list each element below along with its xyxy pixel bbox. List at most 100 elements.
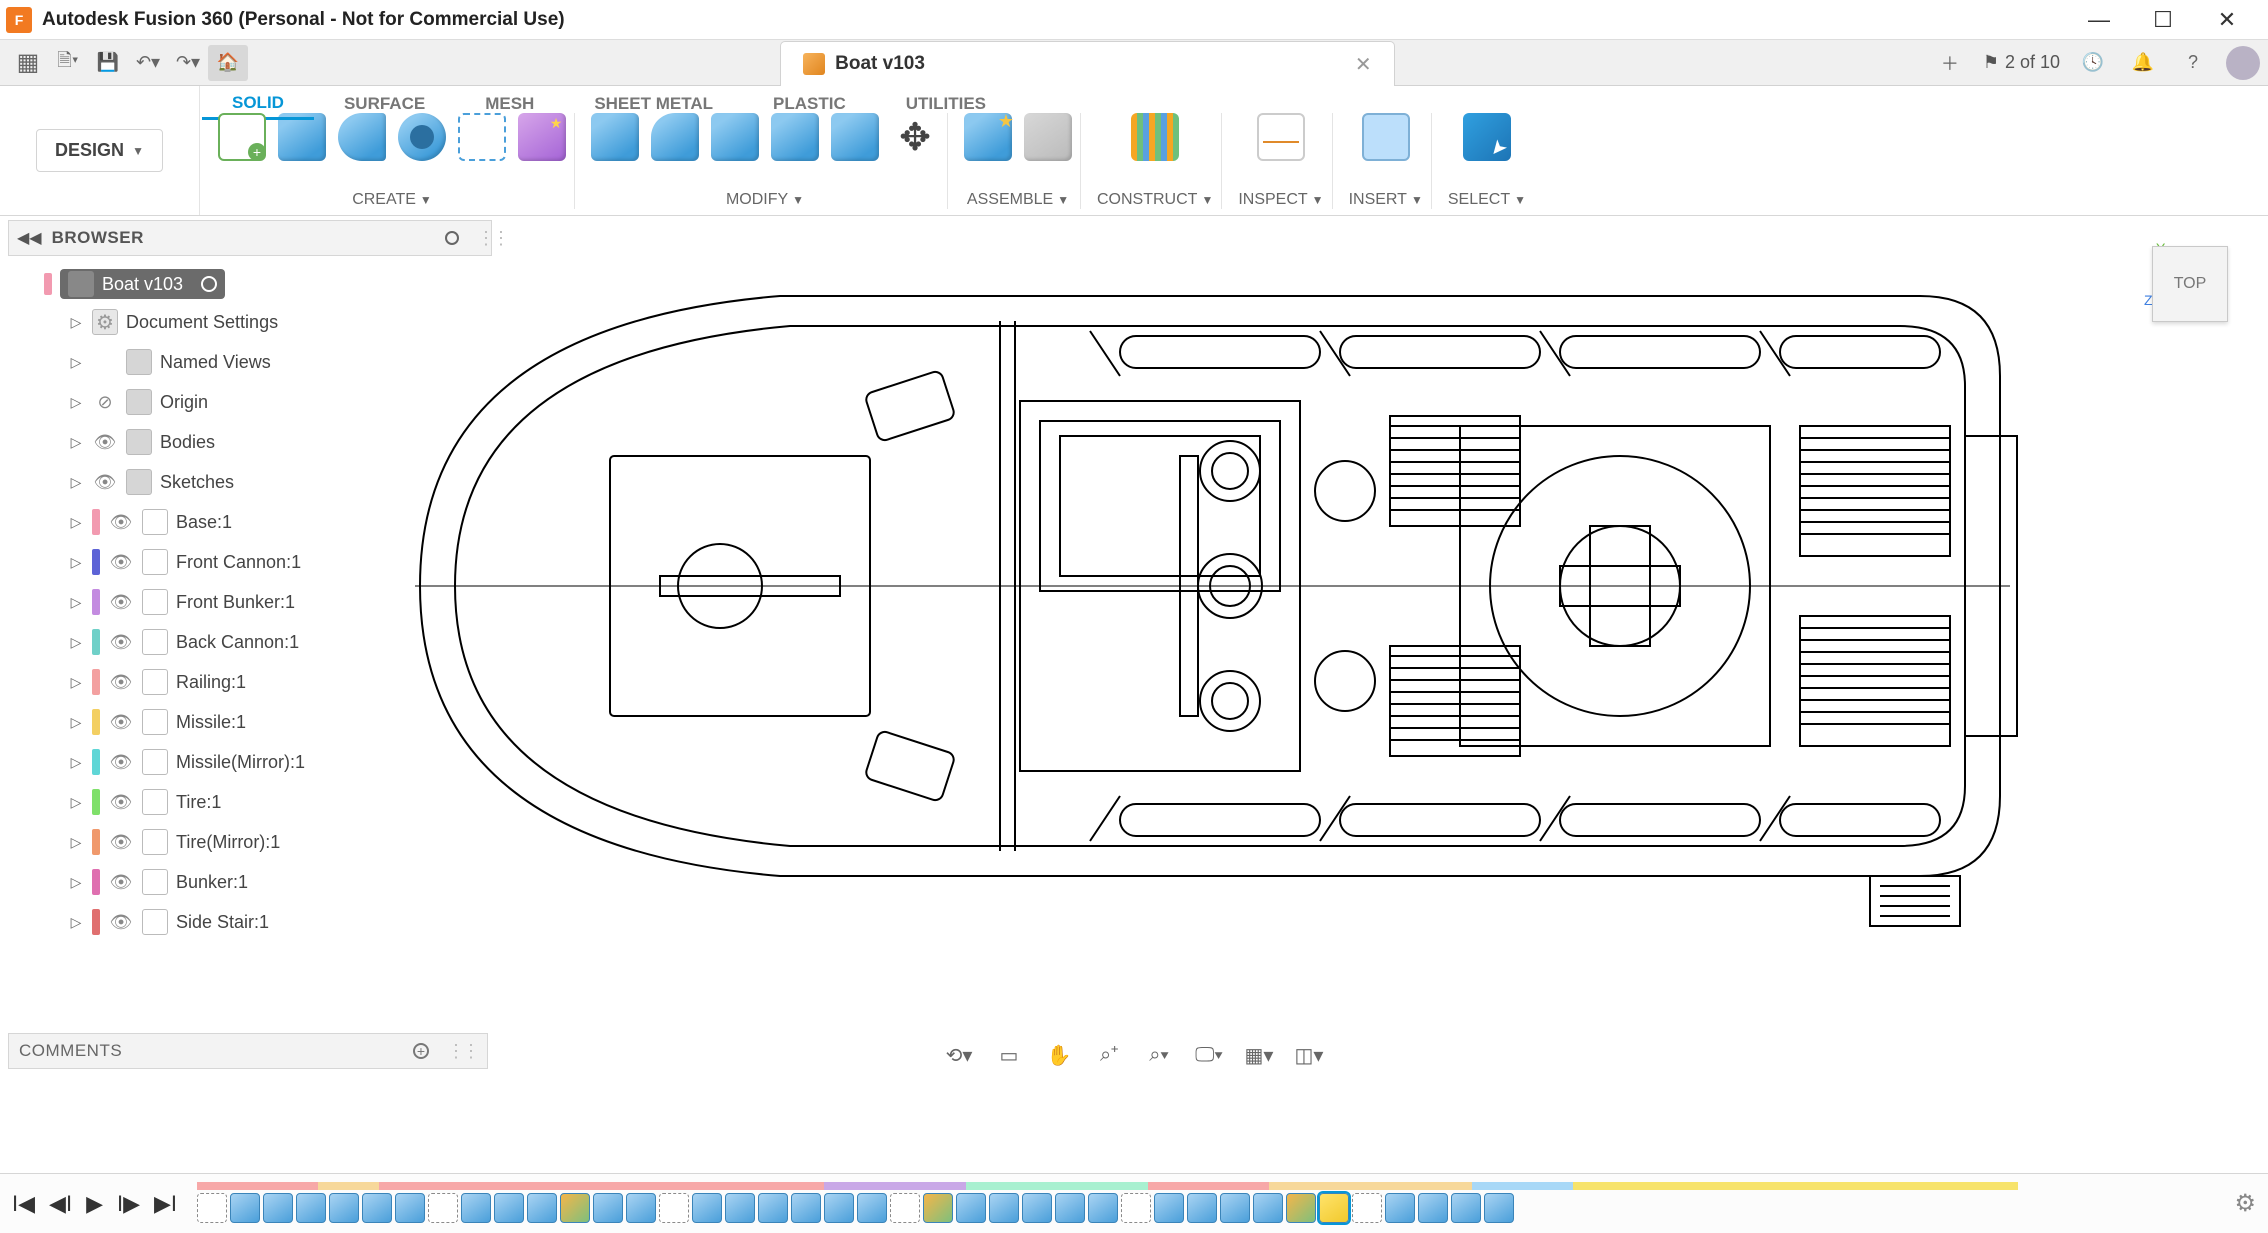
display-settings-button[interactable]: 🖵▾ [1194, 1040, 1224, 1070]
timeline-feature[interactable] [296, 1193, 326, 1223]
select-tool-button[interactable] [1463, 113, 1511, 161]
expand-icon[interactable] [68, 394, 84, 411]
browser-item[interactable]: 👁Missile(Mirror):1 [10, 742, 490, 782]
visibility-toggle[interactable]: 👁 [108, 712, 134, 733]
timeline-feature[interactable] [1253, 1193, 1283, 1223]
extensions-button[interactable]: 🕓 [2076, 46, 2110, 80]
timeline-feature[interactable] [593, 1193, 623, 1223]
browser-root-node[interactable]: Boat v103 [60, 269, 225, 299]
fillet-button[interactable] [651, 113, 699, 161]
view-cube[interactable]: TOP [2152, 246, 2228, 322]
new-component-button[interactable]: ★ [964, 113, 1012, 161]
timeline-feature[interactable] [527, 1193, 557, 1223]
timeline-feature[interactable] [1319, 1193, 1349, 1223]
construct-plane-button[interactable] [1131, 113, 1179, 161]
measure-button[interactable] [1257, 113, 1305, 161]
timeline-feature[interactable] [758, 1193, 788, 1223]
timeline-feature[interactable] [1352, 1193, 1382, 1223]
timeline-feature[interactable] [1484, 1193, 1514, 1223]
notifications-button[interactable]: 🔔 [2126, 46, 2160, 80]
timeline-feature[interactable] [1220, 1193, 1250, 1223]
expand-icon[interactable] [68, 834, 84, 851]
timeline-feature[interactable] [725, 1193, 755, 1223]
timeline-feature[interactable] [1187, 1193, 1217, 1223]
browser-item[interactable]: 👁Tire:1 [10, 782, 490, 822]
undo-button[interactable]: ↶▾ [128, 45, 168, 81]
timeline-step-back-button[interactable]: ◀I [49, 1191, 72, 1217]
timeline-play-button[interactable]: ▶ [86, 1191, 103, 1217]
help-button[interactable]: ? [2176, 46, 2210, 80]
create-dropdown[interactable]: CREATE ▼ [352, 191, 432, 209]
timeline-feature[interactable] [197, 1193, 227, 1223]
timeline-feature[interactable] [692, 1193, 722, 1223]
select-dropdown[interactable]: SELECT ▼ [1448, 191, 1526, 209]
pan-button[interactable]: ✋ [1044, 1040, 1074, 1070]
zoom-window-button[interactable]: ⌕⁺ [1094, 1040, 1124, 1070]
grid-settings-button[interactable]: ▦▾ [1244, 1040, 1274, 1070]
visibility-toggle[interactable]: 👁 [92, 432, 118, 453]
timeline-step-fwd-button[interactable]: I▶ [117, 1191, 140, 1217]
close-tab-button[interactable]: ✕ [1355, 52, 1372, 77]
visibility-toggle[interactable]: 👁 [108, 512, 134, 533]
save-button[interactable]: 💾 [88, 45, 128, 81]
insert-dropdown[interactable]: INSERT ▼ [1349, 191, 1423, 209]
workspace-tab-plastic[interactable]: PLASTIC [743, 88, 876, 120]
expand-icon[interactable] [68, 514, 84, 531]
expand-icon[interactable] [68, 314, 84, 331]
hole-button[interactable] [398, 113, 446, 161]
browser-item[interactable]: 👁Railing:1 [10, 662, 490, 702]
expand-icon[interactable] [68, 634, 84, 651]
pin-browser-button[interactable] [445, 231, 459, 245]
browser-item[interactable]: 👁Back Cannon:1 [10, 622, 490, 662]
joint-button[interactable] [1024, 113, 1072, 161]
timeline-feature[interactable] [329, 1193, 359, 1223]
extrude-button[interactable] [278, 113, 326, 161]
offset-face-button[interactable] [831, 113, 879, 161]
timeline-feature[interactable] [791, 1193, 821, 1223]
workspace-button[interactable]: DESIGN ▼ [36, 129, 163, 172]
zoom-button[interactable]: ⌕▾ [1144, 1040, 1174, 1070]
timeline-feature[interactable] [824, 1193, 854, 1223]
visibility-toggle[interactable]: 👁 [108, 832, 134, 853]
timeline-settings-button[interactable]: ⚙ [2234, 1189, 2256, 1218]
visibility-toggle[interactable]: ⊘ [92, 392, 118, 413]
visibility-toggle[interactable]: 👁 [108, 872, 134, 893]
expand-icon[interactable] [68, 354, 84, 371]
close-button[interactable]: ✕ [2212, 7, 2242, 33]
timeline-feature[interactable] [956, 1193, 986, 1223]
activate-component-icon[interactable] [201, 276, 217, 292]
timeline-feature[interactable] [395, 1193, 425, 1223]
timeline-feature[interactable] [362, 1193, 392, 1223]
timeline-feature[interactable] [1022, 1193, 1052, 1223]
form-button[interactable] [518, 113, 566, 161]
timeline-feature[interactable] [1055, 1193, 1085, 1223]
construct-dropdown[interactable]: CONSTRUCT ▼ [1097, 191, 1213, 209]
redo-button[interactable]: ↷▾ [168, 45, 208, 81]
job-status[interactable]: ⚑ 2 of 10 [1983, 52, 2060, 73]
expand-icon[interactable] [68, 474, 84, 491]
visibility-toggle[interactable]: 👁 [108, 752, 134, 773]
expand-icon[interactable] [68, 914, 84, 931]
timeline-feature[interactable] [428, 1193, 458, 1223]
revolve-button[interactable] [338, 113, 386, 161]
insert-image-button[interactable] [1362, 113, 1410, 161]
home-button[interactable]: 🏠 [208, 45, 248, 81]
document-tab[interactable]: Boat v103 ✕ [780, 41, 1395, 86]
browser-item[interactable]: 👁Front Bunker:1 [10, 582, 490, 622]
timeline-feature[interactable] [1088, 1193, 1118, 1223]
combine-button[interactable] [771, 113, 819, 161]
inspect-dropdown[interactable]: INSPECT ▼ [1238, 191, 1323, 209]
visibility-toggle[interactable]: 👁 [92, 472, 118, 493]
viewport-layout-button[interactable]: ◫▾ [1294, 1040, 1324, 1070]
browser-item[interactable]: 👁Sketches [10, 462, 490, 502]
timeline-feature[interactable] [1385, 1193, 1415, 1223]
browser-item[interactable]: 👁Missile:1 [10, 702, 490, 742]
orbit-button[interactable]: ⟲▾ [944, 1040, 974, 1070]
shell-button[interactable] [711, 113, 759, 161]
workspace-tab-sheet-metal[interactable]: SHEET METAL [564, 88, 743, 120]
press-pull-button[interactable] [591, 113, 639, 161]
modify-dropdown[interactable]: MODIFY ▼ [726, 191, 804, 209]
timeline-track[interactable] [197, 1182, 2220, 1226]
visibility-toggle[interactable]: 👁 [108, 592, 134, 613]
create-sketch-button[interactable] [218, 113, 266, 161]
